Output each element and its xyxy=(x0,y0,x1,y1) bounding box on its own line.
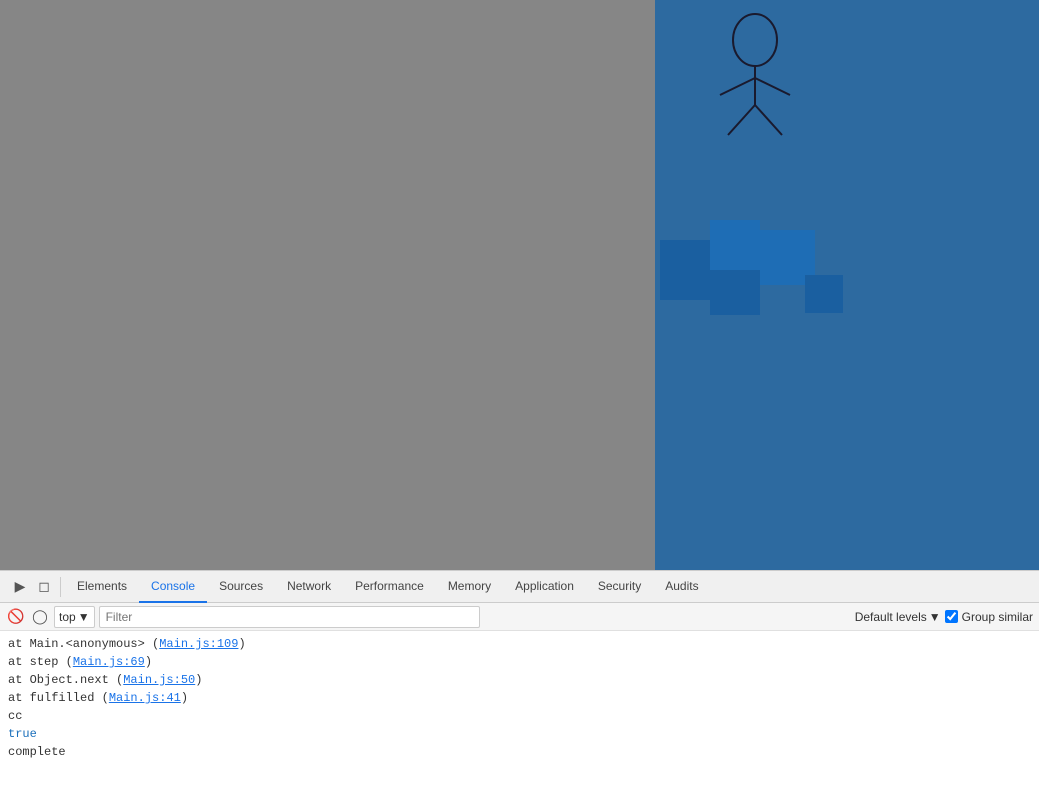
console-line-1: at Main.<anonymous> (Main.js:109) xyxy=(8,635,1031,653)
right-canvas xyxy=(655,0,1039,570)
chevron-down-icon: ▼ xyxy=(929,610,941,624)
block-icon[interactable]: ◯ xyxy=(30,607,50,627)
tab-elements[interactable]: Elements xyxy=(65,571,139,603)
main-js-109-link[interactable]: Main.js:109 xyxy=(159,637,238,651)
left-canvas xyxy=(0,0,655,570)
context-label: top xyxy=(59,610,76,624)
tab-application[interactable]: Application xyxy=(503,571,586,603)
tab-audits[interactable]: Audits xyxy=(653,571,710,603)
console-line-4: at fulfilled (Main.js:41) xyxy=(8,689,1031,707)
default-levels-dropdown[interactable]: Default levels ▼ xyxy=(855,610,941,624)
devtools-toolbar: 🚫 ◯ top ▼ Default levels ▼ Group similar xyxy=(0,603,1039,631)
blocks-pattern xyxy=(660,220,860,330)
devtools-tabs-bar: ▶ ◻ Elements Console Sources Network Per… xyxy=(0,571,1039,603)
default-levels-label: Default levels xyxy=(855,610,927,624)
filter-input[interactable] xyxy=(99,606,480,628)
group-similar-label: Group similar xyxy=(962,610,1033,624)
main-js-69-link[interactable]: Main.js:69 xyxy=(73,655,145,669)
group-similar-control: Group similar xyxy=(945,610,1033,624)
stick-figure xyxy=(700,10,820,140)
device-icon[interactable]: ◻ xyxy=(34,577,54,597)
console-line-3: at Object.next (Main.js:50) xyxy=(8,671,1031,689)
main-js-41-link[interactable]: Main.js:41 xyxy=(109,691,181,705)
context-selector[interactable]: top ▼ xyxy=(54,606,95,628)
main-js-50-link[interactable]: Main.js:50 xyxy=(123,673,195,687)
tab-performance[interactable]: Performance xyxy=(343,571,436,603)
console-line-2: at step (Main.js:69) xyxy=(8,653,1031,671)
tab-security[interactable]: Security xyxy=(586,571,653,603)
clear-console-icon[interactable]: 🚫 xyxy=(6,607,26,627)
inspect-icon[interactable]: ▶ xyxy=(10,577,30,597)
tab-sources[interactable]: Sources xyxy=(207,571,275,603)
devtools-panel: ▶ ◻ Elements Console Sources Network Per… xyxy=(0,570,1039,794)
tab-network[interactable]: Network xyxy=(275,571,343,603)
console-complete: complete xyxy=(8,743,1031,761)
tab-console[interactable]: Console xyxy=(139,571,207,603)
console-cc: cc xyxy=(8,707,1031,725)
group-similar-checkbox[interactable] xyxy=(945,610,958,623)
console-output: at Main.<anonymous> (Main.js:109) at ste… xyxy=(0,631,1039,794)
tab-memory[interactable]: Memory xyxy=(436,571,503,603)
chevron-down-icon: ▼ xyxy=(78,610,90,624)
main-canvas xyxy=(0,0,1039,570)
devtools-icon-buttons: ▶ ◻ xyxy=(4,577,61,597)
console-true: true xyxy=(8,725,1031,743)
